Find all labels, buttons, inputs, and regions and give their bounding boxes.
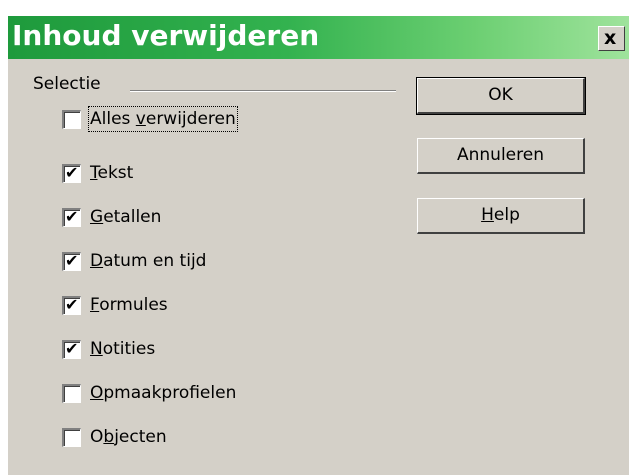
checkmark-icon: ✔ <box>65 295 79 314</box>
checkbox-alles-verwijderen[interactable] <box>62 110 81 129</box>
option-label-getallen[interactable]: Getallen <box>90 206 161 228</box>
checkmark-icon: ✔ <box>65 339 79 358</box>
group-divider-highlight <box>130 91 396 92</box>
help-button-label: Help <box>481 205 520 225</box>
help-button[interactable]: Help <box>417 198 585 234</box>
checkmark-icon: ✔ <box>65 163 79 182</box>
option-label-tekst[interactable]: Tekst <box>90 162 133 184</box>
option-label-objecten[interactable]: Objecten <box>90 426 167 448</box>
selection-group-label: Selectie <box>33 74 101 94</box>
window-title: Inhoud verwijderen <box>12 19 320 52</box>
option-label-notities[interactable]: Notities <box>90 338 155 360</box>
close-icon: x <box>604 27 617 49</box>
checkbox-datum-en-tijd[interactable]: ✔ <box>62 251 81 271</box>
checkbox-notities[interactable]: ✔ <box>62 339 81 359</box>
title-bar[interactable]: Inhoud verwijderen x <box>8 16 629 59</box>
checkbox-bevel <box>64 386 80 402</box>
checkbox-getallen[interactable]: ✔ <box>62 207 81 227</box>
option-label-alles-verwijderen[interactable]: Alles verwijderen <box>88 106 238 132</box>
ok-button[interactable]: OK <box>416 77 586 115</box>
checkbox-formules[interactable]: ✔ <box>62 295 81 315</box>
dialog-window: Inhoud verwijderen x Selectie Alles verw… <box>8 16 629 475</box>
option-label-opmaakprofielen[interactable]: Opmaakprofielen <box>90 382 236 404</box>
option-label-formules[interactable]: Formules <box>90 294 168 316</box>
cancel-button-label: Annuleren <box>457 145 544 165</box>
checkbox-tekst[interactable]: ✔ <box>62 163 81 183</box>
checkmark-icon: ✔ <box>65 251 79 270</box>
option-label-datum-en-tijd[interactable]: Datum en tijd <box>90 250 206 272</box>
close-button[interactable]: x <box>598 26 625 51</box>
checkbox-opmaakprofielen[interactable] <box>62 384 81 403</box>
checkbox-objecten[interactable] <box>62 428 81 447</box>
checkmark-icon: ✔ <box>65 207 79 226</box>
ok-button-label: OK <box>488 85 513 105</box>
checkbox-bevel <box>64 430 80 446</box>
cancel-button[interactable]: Annuleren <box>417 138 585 174</box>
checkbox-bevel <box>64 112 80 128</box>
